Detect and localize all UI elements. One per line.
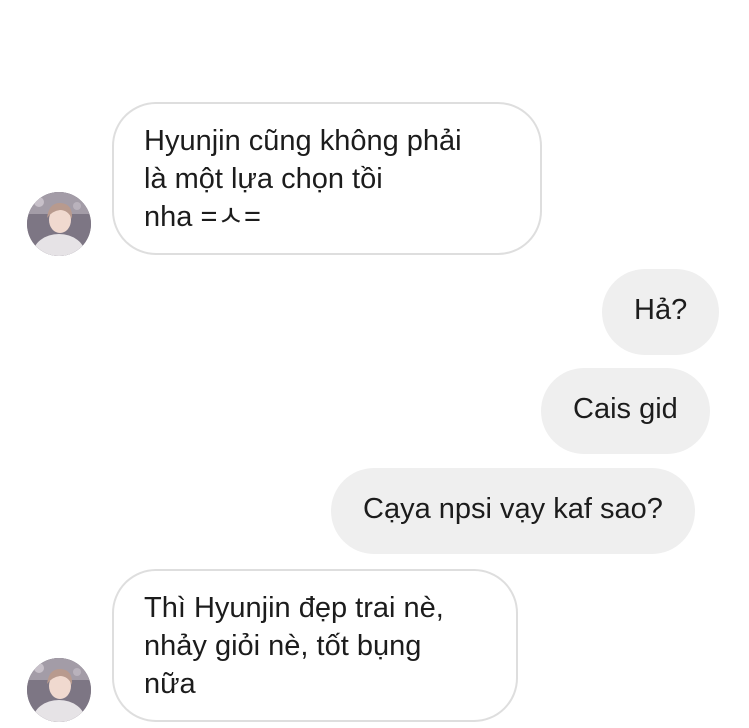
outgoing-message-bubble[interactable]: Cạya npsi vạy kaf sao?: [331, 468, 695, 554]
outgoing-message-bubble[interactable]: Hả?: [602, 269, 720, 355]
avatar-photo-icon: [27, 658, 91, 722]
outgoing-message-bubble[interactable]: Cais gid: [541, 368, 710, 454]
incoming-message-bubble[interactable]: Hyunjin cũng không phải là một lựa chọn …: [112, 102, 542, 255]
avatar-photo-icon: [27, 192, 91, 256]
sender-avatar[interactable]: [27, 658, 91, 722]
incoming-message-bubble[interactable]: Thì Hyunjin đẹp trai nè, nhảy giỏi nè, t…: [112, 569, 518, 722]
sender-avatar[interactable]: [27, 192, 91, 256]
